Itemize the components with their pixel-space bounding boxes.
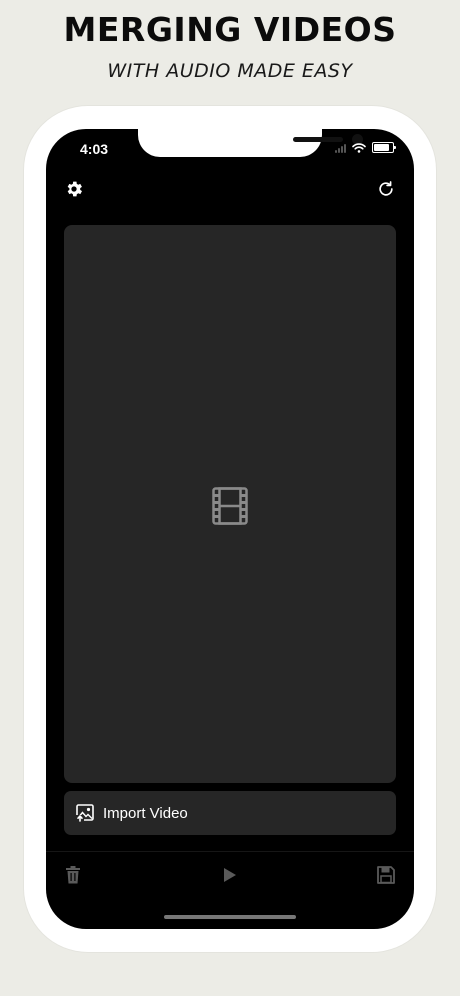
refresh-button[interactable] xyxy=(374,177,398,201)
toolbar-divider xyxy=(46,851,414,852)
wifi-icon xyxy=(352,142,366,153)
phone-notch xyxy=(138,129,363,157)
settings-button[interactable] xyxy=(62,177,86,201)
status-icons xyxy=(335,142,396,153)
phone-screen: 4:03 Import Video xyxy=(46,129,414,929)
refresh-icon xyxy=(379,181,393,196)
save-button[interactable] xyxy=(376,865,396,885)
home-indicator xyxy=(164,915,296,919)
bottom-toolbar xyxy=(46,865,414,889)
film-icon xyxy=(212,487,248,525)
save-icon xyxy=(377,866,395,884)
gear-icon xyxy=(67,181,82,197)
promo-headline: MERGING VIDEOS xyxy=(63,10,397,49)
cellular-icon xyxy=(335,143,346,153)
import-video-button[interactable]: Import Video xyxy=(64,791,396,835)
video-preview[interactable] xyxy=(64,225,396,783)
play-button[interactable] xyxy=(221,865,239,885)
promo-subheadline: WITH AUDIO MADE EASY xyxy=(107,60,353,82)
import-video-label: Import Video xyxy=(103,804,188,822)
delete-button[interactable] xyxy=(64,865,82,885)
status-time: 4:03 xyxy=(80,141,109,157)
play-icon xyxy=(224,868,236,882)
image-import-icon xyxy=(76,804,94,822)
trash-icon xyxy=(66,866,80,884)
battery-icon xyxy=(372,142,396,153)
